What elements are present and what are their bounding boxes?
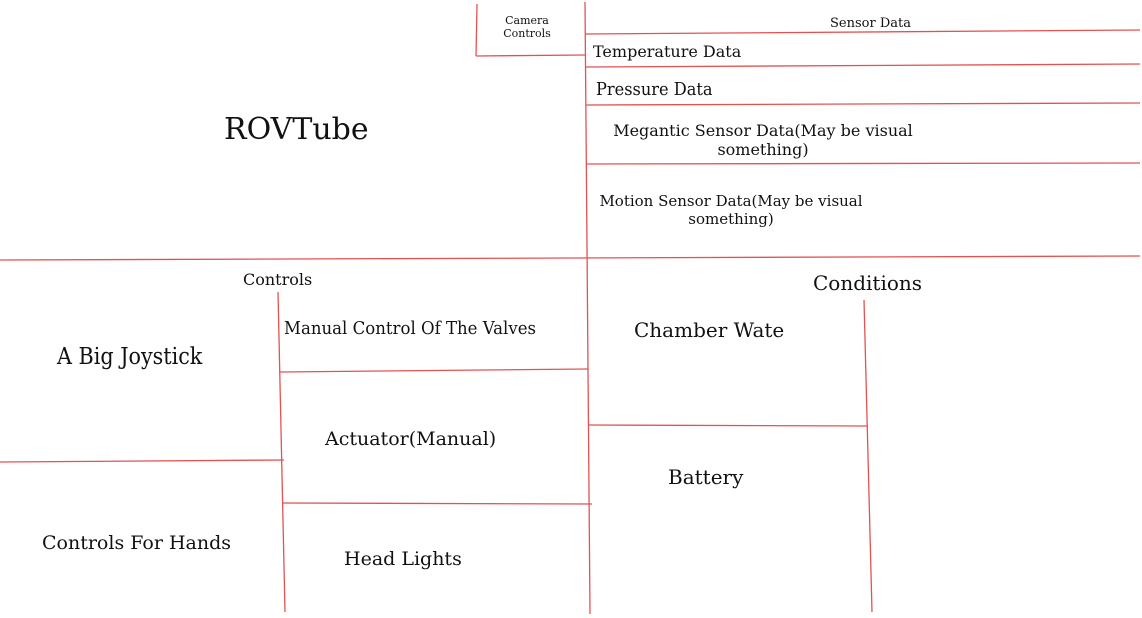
magnetic-line bbox=[585, 162, 1141, 165]
motion-sensor-line-1: Motion Sensor Data(May be visual bbox=[599, 192, 863, 210]
chamber-line bbox=[588, 424, 868, 427]
controls-vertical-line bbox=[277, 291, 286, 613]
camera-box-left-line bbox=[475, 3, 478, 57]
magnetic-sensor-line-1: Megantic Sensor Data(May be visual bbox=[613, 121, 913, 140]
temperature-line bbox=[585, 63, 1141, 68]
chamber-water-condition: Chamber Wate bbox=[634, 318, 785, 342]
valves-control[interactable]: Manual Control Of The Valves bbox=[284, 318, 536, 340]
wireframe-lines bbox=[0, 1, 1141, 615]
main-vertical-divider bbox=[584, 1, 591, 615]
actuator-line bbox=[282, 502, 593, 505]
motion-sensor-data[interactable]: Motion Sensor Data(May be visual somethi… bbox=[594, 192, 868, 228]
motion-sensor-line-2: something) bbox=[688, 210, 774, 228]
magnetic-sensor-line-2: something) bbox=[717, 140, 809, 160]
controls-title: Controls bbox=[243, 270, 313, 289]
camera-controls-line-1: Camera bbox=[505, 14, 549, 27]
pressure-data[interactable]: Pressure Data bbox=[596, 79, 713, 101]
joystick-control[interactable]: A Big Joystick bbox=[57, 344, 202, 372]
camera-controls-line-2: Controls bbox=[503, 27, 551, 41]
head-lights-control[interactable]: Head Lights bbox=[344, 548, 462, 571]
camera-controls-label[interactable]: Camera Controls bbox=[497, 14, 557, 40]
joystick-bottom-line bbox=[0, 459, 285, 463]
conditions-vertical-line bbox=[863, 299, 873, 613]
magnetic-sensor-data[interactable]: Megantic Sensor Data(May be visual somet… bbox=[600, 121, 926, 159]
battery-condition: Battery bbox=[668, 465, 744, 489]
sensor-data-title: Sensor Data bbox=[830, 16, 911, 31]
conditions-title: Conditions bbox=[813, 271, 923, 295]
camera-box-bottom-line bbox=[475, 54, 586, 57]
actuator-control[interactable]: Actuator(Manual) bbox=[325, 428, 496, 451]
main-horizontal-divider bbox=[0, 255, 1141, 261]
app-title: ROVTube bbox=[224, 112, 369, 147]
hands-control[interactable]: Controls For Hands bbox=[42, 532, 231, 555]
pressure-line bbox=[585, 102, 1141, 106]
valves-line bbox=[279, 368, 589, 373]
temperature-data[interactable]: Temperature Data bbox=[593, 42, 741, 61]
